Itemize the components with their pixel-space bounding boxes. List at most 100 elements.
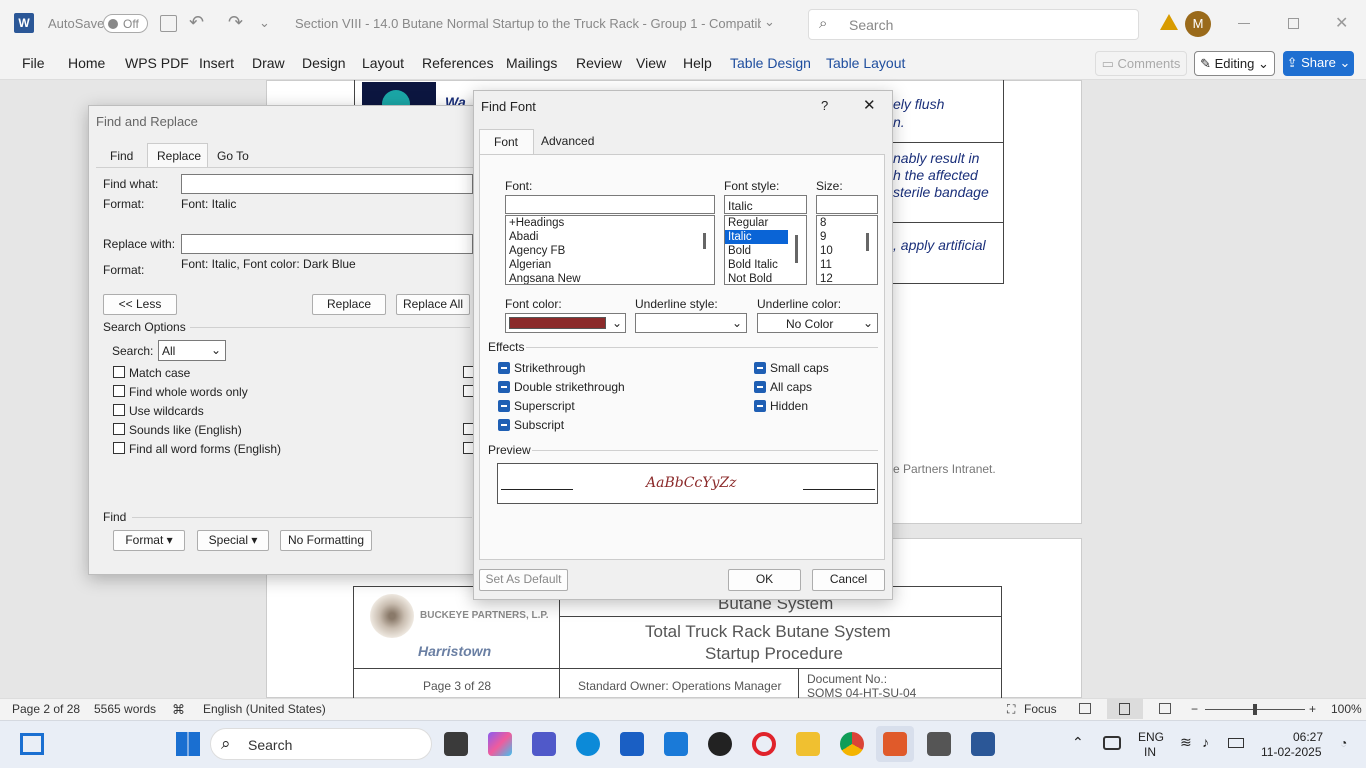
size-input[interactable] (816, 195, 878, 214)
zoom-level[interactable]: 100% (1331, 702, 1362, 716)
search-direction-select[interactable]: All ⌄ (158, 340, 226, 361)
tab-mailings[interactable]: Mailings (506, 55, 557, 71)
clock-date[interactable]: 11-02-2025 (1261, 745, 1322, 759)
chrome-icon[interactable] (840, 732, 864, 756)
file-explorer-icon[interactable] (796, 732, 820, 756)
word-count[interactable]: 5565 words (94, 702, 156, 716)
taskbar-search[interactable]: ⌕ Search (210, 728, 432, 760)
list-item[interactable]: Abadi (506, 230, 714, 244)
style-list-scrollbar[interactable] (795, 235, 798, 263)
underline-color-select[interactable]: No Color ⌄ (757, 313, 878, 333)
photos-icon[interactable] (883, 732, 907, 756)
focus-label[interactable]: Focus (1024, 702, 1057, 716)
small-caps-checkbox[interactable] (754, 362, 766, 374)
chevron-up-icon[interactable]: ⌃ (1072, 734, 1084, 751)
zoom-in-icon[interactable]: + (1309, 702, 1316, 716)
redo-icon[interactable]: ↷ (228, 12, 243, 33)
tab-design[interactable]: Design (302, 55, 346, 71)
clock-time[interactable]: 06:27 (1293, 730, 1323, 744)
editing-button[interactable]: ✎ Editing ⌄ (1194, 51, 1275, 76)
replace-button[interactable]: Replace (312, 294, 386, 315)
find-what-input[interactable] (181, 174, 473, 194)
font-list-scrollbar[interactable] (703, 233, 706, 249)
whole-words-checkbox[interactable] (113, 385, 125, 397)
teams-icon[interactable] (532, 732, 556, 756)
focus-icon[interactable]: ⛶ (1007, 702, 1015, 717)
tab-view[interactable]: View (636, 55, 666, 71)
word-taskbar-icon[interactable] (971, 732, 995, 756)
dell-icon[interactable] (708, 732, 732, 756)
match-case-checkbox[interactable] (113, 366, 125, 378)
underline-style-select[interactable]: ⌄ (635, 313, 747, 333)
close-window-icon[interactable]: ✕ (1335, 13, 1348, 33)
font-style-input[interactable]: Italic (724, 195, 807, 214)
input-language[interactable]: ENG (1138, 730, 1164, 744)
no-formatting-button[interactable]: No Formatting (280, 530, 372, 551)
notification-icon[interactable]: ◔ (1340, 736, 1347, 750)
hidden-checkbox[interactable] (754, 400, 766, 412)
list-item[interactable]: +Headings (506, 216, 714, 230)
list-item[interactable]: Regular (725, 216, 806, 230)
windows-start-icon[interactable] (176, 732, 200, 756)
list-item[interactable]: 11 (817, 258, 877, 272)
network-status-icon[interactable] (1103, 736, 1121, 750)
print-layout-button[interactable] (1107, 699, 1143, 719)
tab-table-design[interactable]: Table Design (730, 55, 811, 71)
word-forms-checkbox[interactable] (113, 442, 125, 454)
list-item[interactable]: Not Bold (725, 272, 806, 284)
tab-insert[interactable]: Insert (199, 55, 234, 71)
widgets-icon[interactable] (20, 733, 44, 755)
autosave-toggle[interactable]: Off (103, 14, 148, 33)
less-button[interactable]: << Less (103, 294, 177, 315)
task-view-icon[interactable] (444, 732, 468, 756)
tab-home[interactable]: Home (68, 55, 105, 71)
list-item-selected[interactable]: Italic (725, 230, 788, 244)
double-strikethrough-checkbox[interactable] (498, 381, 510, 393)
wifi-icon[interactable]: ≋ (1180, 734, 1192, 751)
tab-font[interactable]: Font (479, 129, 534, 155)
opera-icon[interactable] (752, 732, 776, 756)
input-region[interactable]: IN (1144, 745, 1156, 759)
warning-icon[interactable] (1160, 14, 1178, 30)
share-button[interactable]: ⇪ Share ⌄ (1283, 51, 1354, 76)
save-icon[interactable] (160, 15, 177, 32)
font-list[interactable]: +Headings Abadi Agency FB Algerian Angsa… (505, 215, 715, 285)
list-item[interactable]: Angsana New (506, 272, 714, 284)
list-item[interactable]: Bold (725, 244, 806, 258)
edge-icon[interactable] (576, 732, 600, 756)
tab-draw[interactable]: Draw (252, 55, 285, 71)
tab-advanced[interactable]: Advanced (541, 134, 594, 148)
sounds-like-checkbox[interactable] (113, 423, 125, 435)
subscript-checkbox[interactable] (498, 419, 510, 431)
wildcards-checkbox[interactable] (113, 404, 125, 416)
store-icon[interactable] (620, 732, 644, 756)
font-color-select[interactable]: ⌄ (505, 313, 626, 333)
tab-replace[interactable]: Replace (147, 143, 208, 168)
proofing-icon[interactable]: ⌘ (172, 702, 185, 718)
copilot-icon[interactable] (488, 732, 512, 756)
zoom-out-icon[interactable]: − (1191, 702, 1198, 716)
tab-file[interactable]: File (22, 55, 45, 71)
strikethrough-checkbox[interactable] (498, 362, 510, 374)
tab-goto[interactable]: Go To (217, 149, 249, 163)
undo-icon[interactable]: ↶ (189, 12, 204, 33)
page-counter[interactable]: Page 2 of 28 (12, 702, 80, 716)
tab-help[interactable]: Help (683, 55, 712, 71)
size-list-scrollbar[interactable] (866, 233, 869, 251)
zoom-slider-thumb[interactable] (1253, 704, 1257, 715)
power-automate-icon[interactable] (664, 732, 688, 756)
tab-references[interactable]: References (422, 55, 494, 71)
replace-with-input[interactable] (181, 234, 473, 254)
list-item[interactable]: Algerian (506, 258, 714, 272)
maximize-icon[interactable] (1288, 18, 1299, 29)
search-box[interactable]: ⌕ Search (808, 9, 1139, 40)
terminal-icon[interactable] (927, 732, 951, 756)
close-icon[interactable]: ✕ (863, 96, 876, 114)
list-item[interactable]: Bold Italic (725, 258, 806, 272)
volume-icon[interactable]: ♪ (1202, 734, 1209, 750)
web-layout-icon[interactable] (1159, 703, 1171, 714)
list-item[interactable]: 8 (817, 216, 877, 230)
battery-icon[interactable] (1228, 738, 1244, 748)
title-dropdown-icon[interactable]: ⌄ (764, 14, 775, 30)
special-button[interactable]: Special ▾ (197, 530, 269, 551)
